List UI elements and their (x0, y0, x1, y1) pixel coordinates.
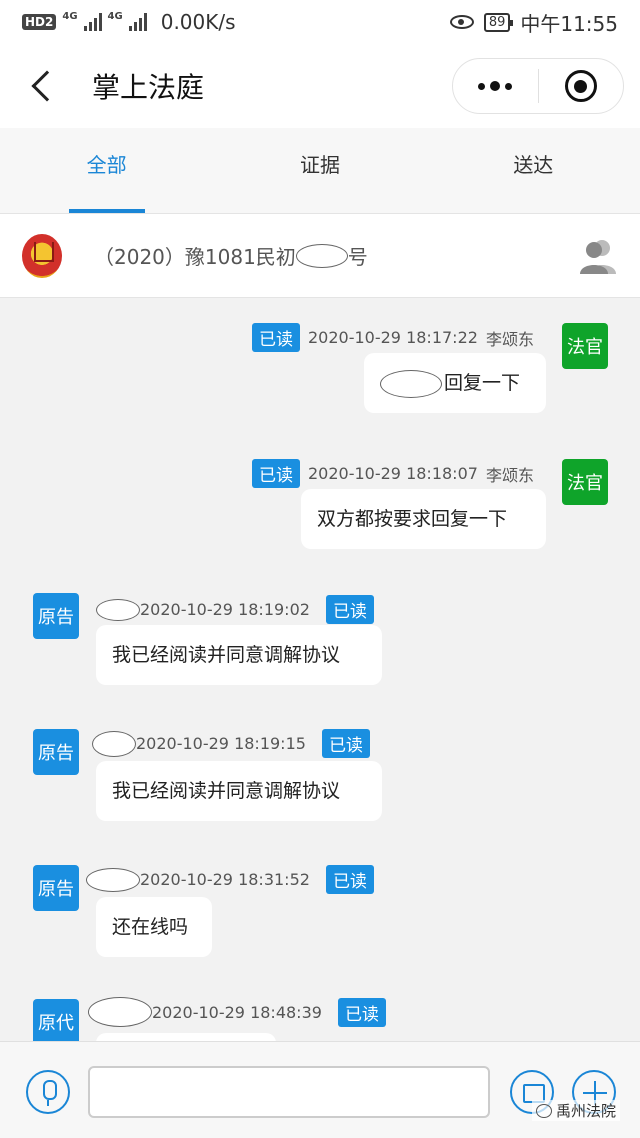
watermark: 禹州法院 (531, 1100, 620, 1121)
network-speed: 0.00K/s (160, 10, 236, 34)
message-bubble[interactable]: 我已经阅读并同意调解协议 (96, 625, 382, 685)
redaction-mark (92, 730, 136, 757)
hd-sub: 2 (45, 15, 54, 29)
message-bubble[interactable]: 回复一下 (364, 353, 546, 413)
microphone-icon[interactable] (26, 1070, 70, 1114)
message-meta: 2020-10-29 18:31:52 已读 (86, 865, 374, 894)
target-icon[interactable] (539, 70, 624, 102)
case-number: （2020）豫1081民初 号 (94, 241, 368, 270)
redaction-mark (295, 243, 348, 268)
avatar-plaintiff[interactable]: 原告 (33, 729, 79, 775)
case-header: （2020）豫1081民初 号 (0, 214, 640, 298)
message-text: 双方都按要求回复一下 (317, 508, 508, 530)
message-meta: 2020-10-29 18:48:39 已读 (88, 997, 386, 1027)
message-time: 2020-10-29 18:19:15 (136, 734, 306, 753)
avatar-plaintiff[interactable]: 原告 (33, 865, 79, 911)
tab-delivery[interactable]: 送达 (427, 128, 640, 213)
page-title: 掌上法庭 (92, 71, 205, 104)
message-time: 2020-10-29 18:17:22 (308, 328, 478, 347)
wechat-logo-icon (535, 1103, 552, 1118)
clock: 中午11:55 (520, 11, 618, 36)
message-time: 2020-10-29 18:19:02 (140, 600, 310, 619)
battery-icon: 89 (483, 12, 513, 32)
nav-bar: 掌上法庭 (0, 44, 640, 128)
message-bubble[interactable]: 我已经阅读并同意调解协议 (96, 761, 382, 821)
read-badge: 已读 (252, 459, 300, 488)
more-dots-icon[interactable] (453, 81, 538, 91)
status-left: HD2 4G 4G 0.00K/s (22, 10, 236, 34)
message-text: 我已经阅读并同意调解协议 (112, 644, 341, 666)
message-meta: 已读 2020-10-29 18:17:22 李颂东 (252, 323, 534, 352)
read-badge: 已读 (321, 729, 370, 758)
avatar-plaintiff[interactable]: 原告 (33, 593, 79, 639)
network-type-2: 4G (107, 10, 123, 22)
read-badge: 已读 (325, 865, 374, 894)
tab-all[interactable]: 全部 (0, 128, 213, 213)
message-time: 2020-10-29 18:48:39 (152, 1002, 322, 1022)
avatar-plaintiff-agent[interactable]: 原代 (33, 999, 79, 1041)
status-right: 89 中午11:55 (449, 8, 618, 37)
case-number-prefix: （2020）豫1081民初 (94, 245, 296, 269)
avatar-judge[interactable]: 法官 (562, 459, 608, 505)
redaction-mark (88, 997, 152, 1027)
participants-icon[interactable] (578, 236, 618, 276)
message-text: 回复一下 (444, 372, 521, 394)
read-badge: 已读 (325, 595, 374, 624)
message-meta: 2020-10-29 18:19:15 已读 (92, 729, 370, 758)
message-meta: 2020-10-29 18:19:02 已读 (96, 595, 374, 624)
case-number-suffix: 号 (347, 245, 368, 269)
message-bubble[interactable] (96, 1033, 276, 1041)
status-bar: HD2 4G 4G 0.00K/s 89 中午11:55 (0, 0, 640, 44)
redaction-mark (96, 598, 140, 621)
message-bubble[interactable]: 双方都按要求回复一下 (301, 489, 546, 549)
hd-label: HD (25, 15, 46, 29)
tab-evidence[interactable]: 证据 (213, 128, 426, 213)
message-bubble[interactable]: 还在线吗 (96, 897, 212, 957)
message-text: 还在线吗 (112, 916, 189, 938)
hd-indicator: HD2 (22, 14, 57, 30)
miniapp-capsule (452, 58, 624, 114)
read-badge: 已读 (252, 323, 300, 352)
message-time: 2020-10-29 18:31:52 (140, 870, 310, 889)
redaction-mark (380, 369, 442, 398)
signal-icon (83, 13, 102, 31)
back-arrow-icon[interactable] (31, 70, 63, 102)
tab-bar: 全部 证据 送达 (0, 128, 640, 214)
message-text: 我已经阅读并同意调解协议 (112, 780, 341, 802)
chat-area[interactable]: 已读 2020-10-29 18:17:22 李颂东 法官 回复一下 已读 20… (0, 299, 640, 1041)
read-badge: 已读 (337, 997, 386, 1027)
avatar-judge[interactable]: 法官 (562, 323, 608, 369)
sender-name: 李颂东 (485, 329, 534, 349)
message-time: 2020-10-29 18:18:07 (308, 464, 478, 483)
message-meta: 已读 2020-10-29 18:18:07 李颂东 (252, 459, 534, 488)
eye-icon (449, 15, 474, 29)
message-input[interactable] (88, 1066, 490, 1118)
network-type-1: 4G (62, 10, 78, 22)
court-emblem-icon (22, 233, 62, 278)
input-bar: 禹州法院 (0, 1041, 640, 1138)
watermark-text: 禹州法院 (555, 1102, 616, 1120)
signal-icon-2 (128, 13, 147, 31)
sender-name: 李颂东 (485, 465, 534, 485)
redaction-mark (86, 867, 140, 892)
